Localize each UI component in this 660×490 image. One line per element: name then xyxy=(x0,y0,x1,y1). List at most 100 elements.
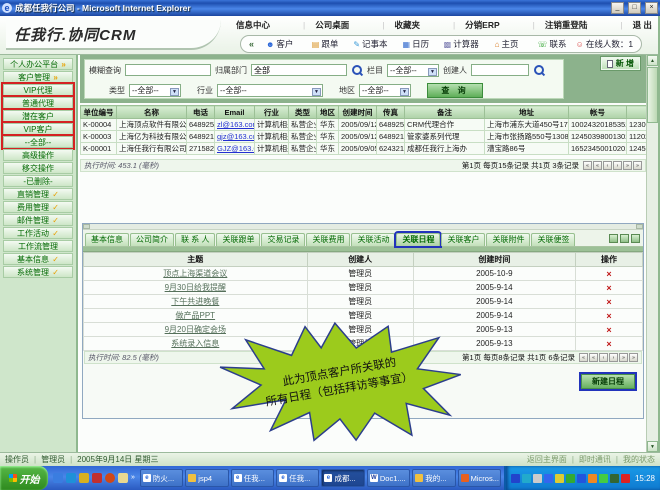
toolbar-item[interactable]: 联系 xyxy=(530,38,573,50)
table-row[interactable]: K-00003 上海亿为科技有限公司 64892132 gjz@163.com … xyxy=(81,131,647,143)
toolbar-item[interactable]: 在线人数：1 xyxy=(576,38,633,50)
scroll-up-icon[interactable] xyxy=(647,55,658,66)
detail-tab[interactable]: 关联跟单 xyxy=(216,233,260,246)
sidebar-item[interactable]: 潜在客户 xyxy=(3,110,73,122)
task-button[interactable]: 我的... xyxy=(412,469,455,487)
schedule-subject-link[interactable]: 9月30日给我提醒 xyxy=(165,283,226,292)
scrollbar-thumb[interactable] xyxy=(647,67,658,123)
customer-email-link[interactable]: gjz@163.com xyxy=(215,131,255,143)
scroll-left-icon[interactable] xyxy=(83,224,90,229)
tray-icon[interactable] xyxy=(599,474,608,483)
sidebar-item[interactable]: 工作流管理 xyxy=(3,240,73,252)
creator-input[interactable] xyxy=(471,64,529,76)
schedule-subject-link[interactable]: 顶点上海渠道会议 xyxy=(163,269,227,278)
sidebar-item[interactable]: 客户管理 xyxy=(3,71,73,83)
delete-icon[interactable] xyxy=(606,270,611,279)
vertical-scrollbar[interactable] xyxy=(646,55,658,452)
maximize-button[interactable] xyxy=(628,2,641,14)
task-button[interactable]: Doc1.... xyxy=(367,469,410,487)
delete-icon[interactable] xyxy=(606,312,611,321)
next-page-button[interactable] xyxy=(609,353,618,362)
scroll-down-icon[interactable] xyxy=(647,441,658,452)
tray-icon[interactable] xyxy=(621,474,630,483)
detail-tab[interactable]: 交易记录 xyxy=(261,233,305,246)
task-button[interactable]: jsp4 xyxy=(185,469,228,487)
detail-tab[interactable]: 关联附件 xyxy=(486,233,530,246)
detail-tab[interactable]: 关联客户 xyxy=(441,233,485,246)
toolbar-item[interactable]: 日历 xyxy=(394,38,437,50)
tray-icon[interactable] xyxy=(522,474,531,483)
status-link[interactable]: 返回主界面 xyxy=(527,454,567,465)
quick-launch-icon[interactable] xyxy=(79,473,89,483)
sidebar-item[interactable]: VIP代理 xyxy=(3,84,73,96)
tray-icon[interactable] xyxy=(610,474,619,483)
schedule-subject-link[interactable]: 下午共进晚餐 xyxy=(171,297,219,306)
sidebar-item[interactable]: --全部-- xyxy=(3,136,73,148)
detail-tab[interactable]: 关联费用 xyxy=(306,233,350,246)
top-menu-item[interactable]: 分销ERP xyxy=(443,19,500,31)
chevron-right-icon[interactable] xyxy=(131,473,135,483)
tray-icon[interactable] xyxy=(566,474,575,483)
first-page-button[interactable] xyxy=(583,161,592,170)
region-select[interactable]: --全部-- xyxy=(359,84,411,97)
top-menu-item[interactable]: 信息中心 xyxy=(236,19,270,31)
new-record-button[interactable]: 新 增 xyxy=(601,57,640,70)
next-block-button[interactable] xyxy=(619,353,628,362)
query-button[interactable]: 查 询 xyxy=(427,83,483,98)
schedule-subject-link[interactable]: 做产品PPT xyxy=(176,311,216,320)
status-link[interactable]: 我的状态 xyxy=(611,454,655,465)
quick-launch-icon[interactable] xyxy=(66,473,76,483)
detail-tab[interactable]: 关联日程 xyxy=(396,233,440,246)
sidebar-item[interactable]: 系统管理 xyxy=(3,266,73,278)
department-input[interactable] xyxy=(251,64,347,76)
sidebar-item[interactable]: 基本信息 xyxy=(3,253,73,265)
task-button[interactable]: Micros... xyxy=(458,469,501,487)
panel-button[interactable] xyxy=(609,234,618,243)
detail-tab[interactable]: 关联便签 xyxy=(531,233,575,246)
toolbar-item[interactable]: 客户 xyxy=(258,38,301,50)
panel-button[interactable] xyxy=(620,234,629,243)
first-page-button[interactable] xyxy=(579,353,588,362)
sidebar-item[interactable]: 费用管理 xyxy=(3,201,73,213)
task-button[interactable]: 任我... xyxy=(276,469,319,487)
detail-tab[interactable]: 公司简介 xyxy=(130,233,174,246)
tray-icon[interactable] xyxy=(577,474,586,483)
delete-icon[interactable] xyxy=(606,284,611,293)
top-menu-item[interactable]: 退 出 xyxy=(610,19,652,31)
customer-email-link[interactable]: zl@163.com xyxy=(215,119,255,131)
quick-launch-icon[interactable] xyxy=(53,473,63,483)
delete-icon[interactable] xyxy=(606,340,611,349)
quick-launch-icon[interactable] xyxy=(118,473,128,483)
minimize-button[interactable] xyxy=(611,2,624,14)
sidebar-item[interactable]: -已删除- xyxy=(3,175,73,187)
table-row[interactable]: K-00004 上海顶点软件有限公司 64892525 zl@163.com 计… xyxy=(81,119,647,131)
close-button[interactable] xyxy=(645,2,658,14)
tray-icon[interactable] xyxy=(588,474,597,483)
toolbar-item[interactable]: 计算器 xyxy=(440,38,483,50)
top-menu-item[interactable]: 公司桌面 xyxy=(293,19,349,31)
type-select[interactable]: --全部-- xyxy=(129,84,181,97)
toolbar-item[interactable]: 记事本 xyxy=(349,38,392,50)
delete-icon[interactable] xyxy=(606,298,611,307)
new-schedule-button[interactable]: 新建日程 xyxy=(581,374,635,389)
search-icon[interactable] xyxy=(533,64,545,76)
sidebar-item[interactable]: 移交操作 xyxy=(3,162,73,174)
quick-launch-icon[interactable] xyxy=(105,473,115,483)
prev-block-button[interactable] xyxy=(589,353,598,362)
start-button[interactable]: 开始 xyxy=(0,466,48,490)
next-block-button[interactable] xyxy=(623,161,632,170)
sidebar-item[interactable]: 直销管理 xyxy=(3,188,73,200)
back-icon[interactable] xyxy=(249,39,254,49)
detail-tab[interactable]: 关联活动 xyxy=(351,233,395,246)
status-link[interactable]: 即时通讯 xyxy=(567,454,611,465)
customer-email-link[interactable]: GJZ@163.COM xyxy=(215,143,255,155)
detail-tab[interactable]: 联 系 人 xyxy=(175,233,215,246)
last-page-button[interactable] xyxy=(633,161,642,170)
detail-tab[interactable]: 基本信息 xyxy=(85,233,129,246)
sidebar-item[interactable]: 高级操作 xyxy=(3,149,73,161)
last-page-button[interactable] xyxy=(629,353,638,362)
top-menu-item[interactable]: 收藏夹 xyxy=(372,19,420,31)
prev-block-button[interactable] xyxy=(593,161,602,170)
table-row[interactable]: K-00001 上海任我行有限公司 27158230 GJZ@163.COM 计… xyxy=(81,143,647,155)
delete-icon[interactable] xyxy=(606,326,611,335)
